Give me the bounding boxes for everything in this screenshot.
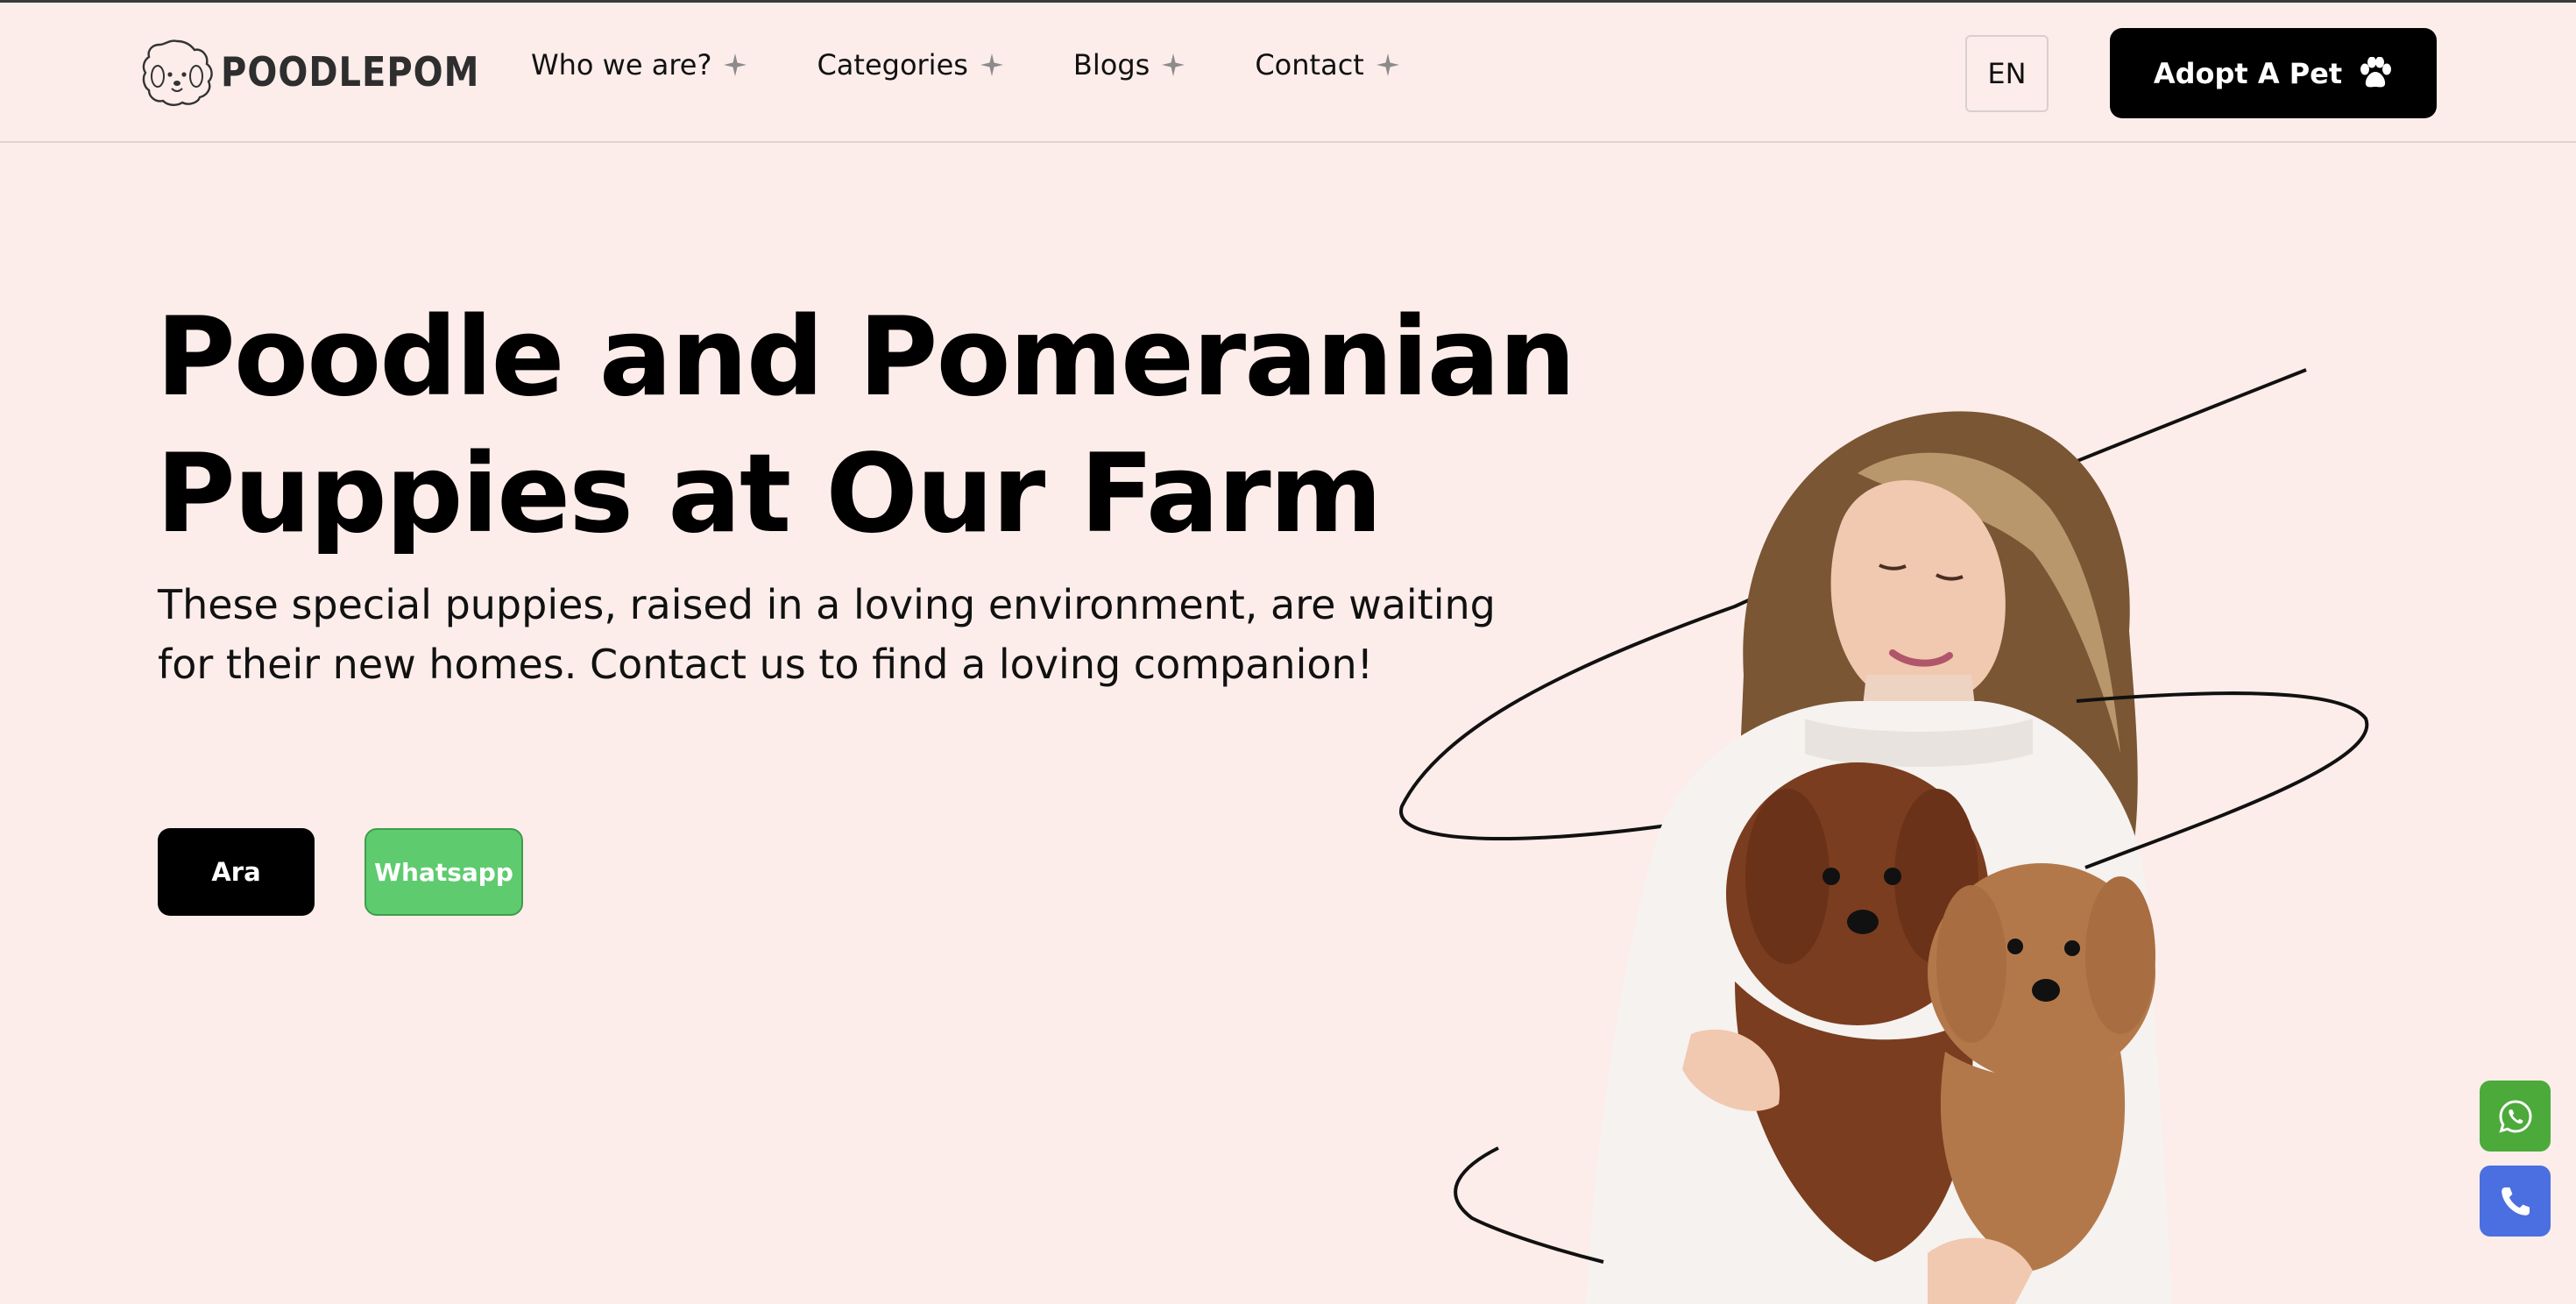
sparkle-icon	[1376, 53, 1399, 76]
main-nav: Who we are? Categories Blogs Contact	[531, 48, 1469, 82]
whatsapp-button[interactable]: Whatsapp	[364, 828, 523, 916]
nav-label: Categories	[817, 48, 968, 82]
adopt-a-pet-button[interactable]: Adopt A Pet	[2110, 28, 2437, 118]
nav-item-who-we-are[interactable]: Who we are?	[531, 48, 747, 82]
site-header: POODLEPOM Who we are? Categories Blogs C…	[0, 3, 2576, 143]
nav-label: Who we are?	[531, 48, 712, 82]
phone-icon	[2501, 1187, 2530, 1215]
sparkle-icon	[1162, 53, 1185, 76]
floating-whatsapp-button[interactable]	[2480, 1081, 2551, 1152]
brand-logo[interactable]: POODLEPOM	[138, 36, 479, 110]
language-selector[interactable]: EN	[1965, 35, 2049, 112]
hero-subtitle: These special puppies, raised in a lovin…	[158, 581, 1496, 688]
hero-title-line: Poodle and Pomeranian	[156, 294, 1576, 421]
adopt-button-label: Adopt A Pet	[2153, 56, 2343, 90]
hero-title: Poodle and Pomeranian Puppies at Our Far…	[156, 289, 1576, 563]
whatsapp-icon	[2498, 1099, 2532, 1133]
nav-item-contact[interactable]: Contact	[1255, 48, 1399, 82]
nav-label: Contact	[1255, 48, 1364, 82]
sparkle-icon	[724, 53, 747, 76]
nav-item-categories[interactable]: Categories	[817, 48, 1003, 82]
hero-title-line: Puppies at Our Farm	[156, 431, 1383, 557]
paw-icon	[2360, 56, 2392, 87]
search-button[interactable]: Ara	[158, 828, 315, 916]
brand-name: POODLEPOM	[221, 49, 480, 96]
woman-holding-puppies-photo	[1399, 368, 2369, 1304]
nav-label: Blogs	[1072, 48, 1150, 82]
sparkle-icon	[980, 53, 1003, 76]
nav-item-blogs[interactable]: Blogs	[1073, 48, 1185, 82]
poodle-face-icon	[142, 39, 213, 106]
floating-phone-button[interactable]	[2480, 1166, 2551, 1237]
